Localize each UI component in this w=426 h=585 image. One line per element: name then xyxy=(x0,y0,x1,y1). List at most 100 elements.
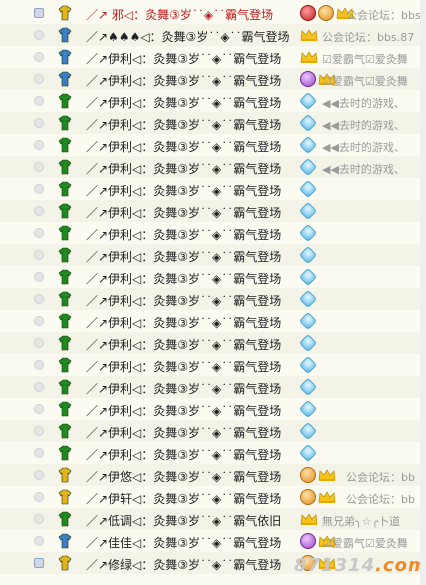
member-signature: ◀◀去时的游戏、 xyxy=(322,97,405,110)
list-item[interactable]: ／↗伊利◁：灸舞③岁˙˙◈˙˙霸气登场 xyxy=(0,398,420,420)
member-name: ／↗伊利◁：灸舞③岁˙˙◈˙˙霸气登场 xyxy=(86,316,282,330)
avatar-icon xyxy=(56,48,74,66)
status-dot xyxy=(34,96,44,106)
list-item[interactable]: ／↗伊利◁：灸舞③岁˙˙◈˙˙霸气登场 xyxy=(0,244,420,266)
status-dot xyxy=(34,448,44,458)
avatar-icon xyxy=(56,136,74,154)
list-item[interactable]: ／↗伊利◁：灸舞③岁˙˙◈˙˙霸气登场 xyxy=(0,354,420,376)
list-item[interactable]: ／↗伊利◁：灸舞③岁˙˙◈˙˙霸气登场 xyxy=(0,332,420,354)
avatar-icon xyxy=(56,532,74,550)
avatar-icon xyxy=(56,290,74,308)
badge-group xyxy=(298,157,318,177)
gem-badge-icon xyxy=(298,91,318,111)
list-item[interactable]: ／↗伊利◁：灸舞③岁˙˙◈˙˙霸气登场 xyxy=(0,288,420,310)
gem-badge-icon xyxy=(298,289,318,309)
member-name: ／↗伊利◁：灸舞③岁˙˙◈˙˙霸气登场 xyxy=(86,360,282,374)
status-dot xyxy=(34,426,44,436)
list-item[interactable]: ／↗伊利◁：灸舞③岁˙˙◈˙˙霸气登场 xyxy=(0,266,420,288)
avatar-icon xyxy=(56,180,74,198)
list-item[interactable]: ／↗低调◁：灸舞③岁˙˙◈˙˙霸气依旧 無兄弟╮☆╭卜道 xyxy=(0,508,420,530)
list-item[interactable]: ／↗伊利◁：灸舞③岁˙˙◈˙˙霸气登场 ◀◀去时的游戏、 xyxy=(0,134,420,156)
member-name: ／↗修绿◁：灸舞③岁˙˙◈˙˙霸气登场 xyxy=(86,558,282,572)
list-item[interactable]: ／↗伊利◁：灸舞③岁˙˙◈˙˙霸气登场 xyxy=(0,178,420,200)
status-dot xyxy=(34,558,44,568)
status-dot xyxy=(34,470,44,480)
member-name: ／↗伊利◁：灸舞③岁˙˙◈˙˙霸气登场 xyxy=(86,272,282,286)
list-item[interactable]: ／↗伊利◁：灸舞③岁˙˙◈˙˙霸气登场 xyxy=(0,420,420,442)
status-dot xyxy=(34,184,44,194)
watermark-logo: 871314.com xyxy=(294,555,426,581)
list-item[interactable]: ／↗伊利◁：灸舞③岁˙˙◈˙˙霸气登场 xyxy=(0,222,420,244)
status-dot xyxy=(34,206,44,216)
member-name: ／↗伊利◁：灸舞③岁˙˙◈˙˙霸气登场 xyxy=(86,118,282,132)
member-name: ／↗伊利◁：灸舞③岁˙˙◈˙˙霸气登场 xyxy=(86,338,282,352)
gem-badge-icon xyxy=(298,179,318,199)
gem-badge-icon xyxy=(298,113,318,133)
purple-badge-icon xyxy=(300,71,316,87)
avatar-icon xyxy=(56,114,74,132)
list-item[interactable]: ／↗伊利◁：灸舞③岁˙˙◈˙˙霸气登场 ☑爱霸气☑爱灸舞 xyxy=(0,68,420,90)
status-dot xyxy=(34,294,44,304)
avatar-icon xyxy=(56,4,74,22)
member-name: ／↗伊利◁：灸舞③岁˙˙◈˙˙霸气登场 xyxy=(86,96,282,110)
avatar-icon xyxy=(56,158,74,176)
status-dot xyxy=(34,382,44,392)
gem-badge-icon xyxy=(298,201,318,221)
list-item[interactable]: ／↗ 邪◁：灸舞③岁˙˙◈˙˙霸气登场 公会论坛：bbs xyxy=(0,2,420,24)
gem-badge-icon xyxy=(298,333,318,353)
status-dot xyxy=(34,272,44,282)
avatar-icon xyxy=(56,334,74,352)
avatar-icon xyxy=(56,92,74,110)
list-item[interactable]: ／↗伊利◁：灸舞③岁˙˙◈˙˙霸气登场 xyxy=(0,200,420,222)
crown-icon xyxy=(318,490,336,504)
list-item[interactable]: ／↗伊利◁：灸舞③岁˙˙◈˙˙霸气登场 ◀◀去时的游戏、 xyxy=(0,90,420,112)
badge-group xyxy=(298,355,318,375)
list-item[interactable]: ／↗伊轩◁：灸舞③岁˙˙◈˙˙霸气登场 公会论坛：bb xyxy=(0,486,420,508)
avatar-icon xyxy=(56,466,74,484)
avatar-icon xyxy=(56,422,74,440)
status-dot xyxy=(34,316,44,326)
member-name: ／↗佳佳◁：灸舞③岁˙˙◈˙˙霸气登场 xyxy=(86,536,282,550)
status-dot xyxy=(34,52,44,62)
list-item[interactable]: ／↗伊悠◁：灸舞③岁˙˙◈˙˙霸气登场 公会论坛：bb xyxy=(0,464,420,486)
member-signature: ◀◀去时的游戏、 xyxy=(322,119,405,132)
member-signature: 公会论坛：bb xyxy=(346,471,415,484)
status-dot xyxy=(34,404,44,414)
badge-group xyxy=(298,267,318,287)
avatar-icon xyxy=(56,444,74,462)
gem-badge-icon xyxy=(298,267,318,287)
badge-group xyxy=(298,113,318,133)
list-item[interactable]: ／↗伊利◁：灸舞③岁˙˙◈˙˙霸气登场 ☑爱霸气☑爱灸舞 xyxy=(0,46,420,68)
badge-group xyxy=(300,466,336,484)
list-item[interactable]: ／↗伊利◁：灸舞③岁˙˙◈˙˙霸气登场 ◀◀去时的游戏、 xyxy=(0,112,420,134)
gem-badge-icon xyxy=(298,311,318,331)
status-dot xyxy=(34,514,44,524)
member-name: ／↗ 邪◁：灸舞③岁˙˙◈˙˙霸气登场 xyxy=(86,8,274,22)
list-item[interactable]: ／↗伊利◁：灸舞③岁˙˙◈˙˙霸气登场 xyxy=(0,310,420,332)
list-item[interactable]: ／↗伊利◁：灸舞③岁˙˙◈˙˙霸气登场 xyxy=(0,376,420,398)
avatar-icon xyxy=(56,488,74,506)
status-dot xyxy=(34,360,44,370)
purple-badge-icon xyxy=(300,533,316,549)
gem-badge-icon xyxy=(298,421,318,441)
list-item[interactable]: ／↗伊利◁：灸舞③岁˙˙◈˙˙霸气登场 xyxy=(0,442,420,464)
member-name: ／↗伊利◁：灸舞③岁˙˙◈˙˙霸气登场 xyxy=(86,404,282,418)
badge-group xyxy=(298,311,318,331)
list-item[interactable]: ／↗佳佳◁：灸舞③岁˙˙◈˙˙霸气登场 ☑爱霸气☑爱灸舞 xyxy=(0,530,420,552)
badge-group xyxy=(298,399,318,419)
avatar-icon xyxy=(56,202,74,220)
gem-badge-icon xyxy=(298,443,318,463)
status-dot xyxy=(34,140,44,150)
member-signature: 無兄弟╮☆╭卜道 xyxy=(322,515,401,528)
member-name: ／↗伊利◁：灸舞③岁˙˙◈˙˙霸气登场 xyxy=(86,448,282,462)
badge-group xyxy=(298,443,318,463)
status-dot xyxy=(34,8,44,18)
list-item[interactable]: ／↗♠♠♠◁：灸舞③岁˙˙◈˙˙霸气登场 公会论坛：bbs.87 xyxy=(0,24,420,46)
avatar-icon xyxy=(56,26,74,44)
member-list: ／↗ 邪◁：灸舞③岁˙˙◈˙˙霸气登场 公会论坛：bbs ／↗♠♠♠◁：灸舞③岁˙˙… xyxy=(0,0,426,585)
gem-badge-icon xyxy=(298,399,318,419)
badge-group xyxy=(298,223,318,243)
list-item[interactable]: ／↗伊利◁：灸舞③岁˙˙◈˙˙霸气登场 ◀◀去时的游戏、 xyxy=(0,156,420,178)
scrollbar[interactable] xyxy=(420,0,426,585)
badge-group xyxy=(300,48,318,66)
